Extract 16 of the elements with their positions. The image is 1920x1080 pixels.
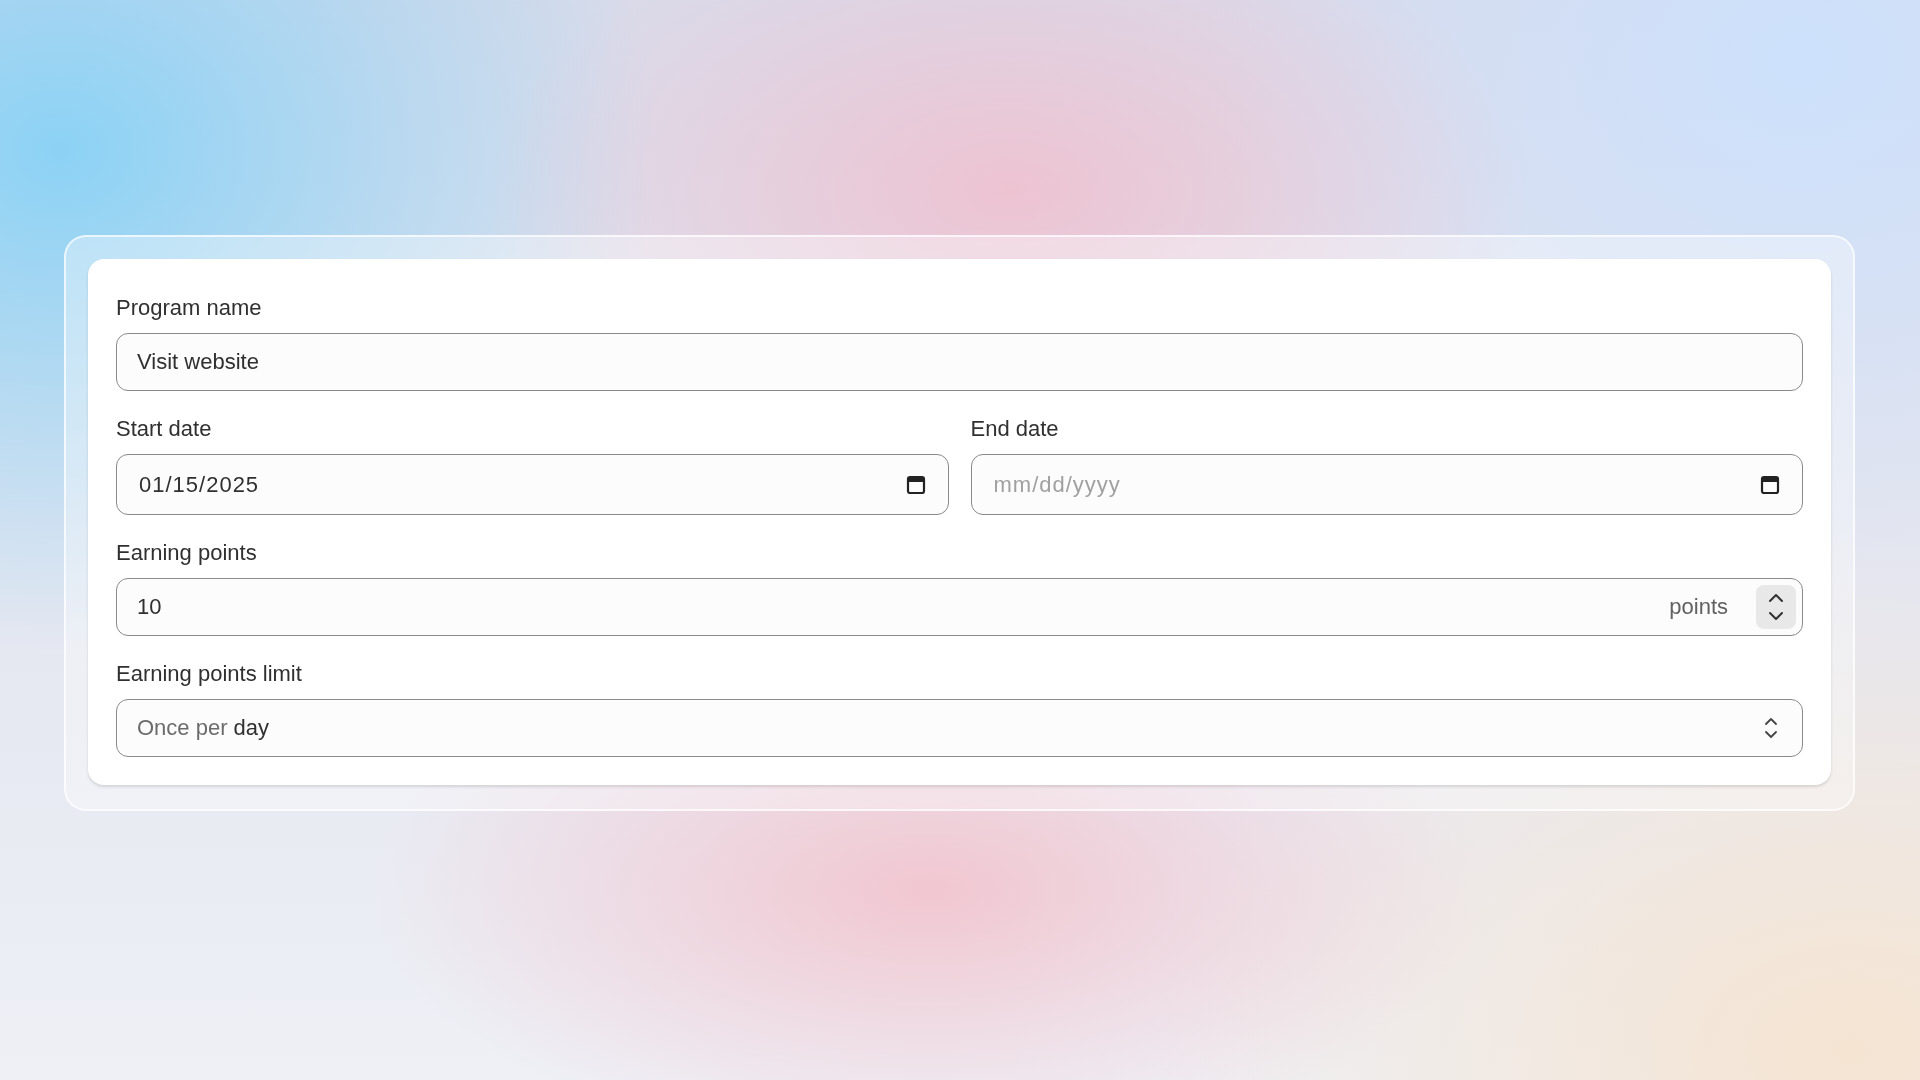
field-value: 10 — [137, 594, 163, 620]
field-label: Earning points limit — [116, 661, 302, 687]
select-field[interactable]: Once per day — [116, 699, 1803, 757]
calendar-icon[interactable] — [1760, 473, 1780, 496]
number-field[interactable]: 10 points — [116, 578, 1803, 636]
field-label: Start date — [116, 416, 212, 442]
chevron-updown-icon — [1764, 715, 1778, 741]
unit-suffix: points — [1669, 594, 1728, 620]
field-label: Program name — [116, 295, 262, 321]
stepper-arrows-icon — [1768, 591, 1784, 623]
date-field[interactable]: 01/15/2025 — [116, 454, 949, 515]
calendar-icon[interactable] — [905, 473, 926, 496]
text-field[interactable]: Visit website — [116, 333, 1803, 391]
field-label: End date — [970, 416, 1059, 442]
stepper-button[interactable] — [1756, 585, 1796, 629]
field-label: Earning points — [116, 540, 257, 566]
